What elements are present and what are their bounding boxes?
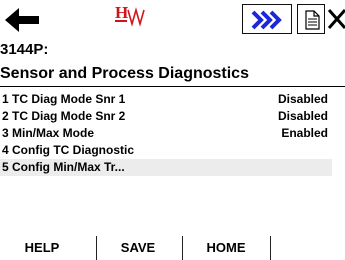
- next-button[interactable]: [242, 4, 292, 34]
- menu-item-value: Enabled: [281, 126, 328, 140]
- save-button[interactable]: SAVE: [96, 236, 180, 260]
- bottom-bar: HELP SAVE HOME: [0, 236, 345, 260]
- menu-item-tc-diag-mode-snr-1[interactable]: 1 TC Diag Mode Snr 1 Disabled: [0, 91, 332, 108]
- menu-list: 1 TC Diag Mode Snr 1 Disabled 2 TC Diag …: [0, 91, 332, 176]
- back-button[interactable]: [1, 2, 43, 38]
- menu-item-label: 3 Min/Max Mode: [2, 126, 95, 140]
- menu-item-label: 2 TC Diag Mode Snr 2: [2, 109, 126, 123]
- close-button[interactable]: [325, 4, 345, 34]
- menu-item-tc-diag-mode-snr-2[interactable]: 2 TC Diag Mode Snr 2 Disabled: [0, 108, 332, 125]
- device-id: 3144P:: [0, 41, 49, 58]
- double-chevron-right-icon: [251, 10, 282, 30]
- close-icon: [327, 9, 345, 29]
- menu-item-label: 5 Config Min/Max Tr...: [2, 160, 125, 174]
- page-title: Sensor and Process Diagnostics: [0, 65, 249, 82]
- menu-item-config-min-max-tracking[interactable]: 5 Config Min/Max Tr...: [0, 159, 332, 176]
- title-divider: [0, 86, 345, 87]
- menu-item-value: Disabled: [277, 109, 328, 123]
- hart-logo: H: [113, 2, 155, 32]
- button-separator: [270, 236, 271, 260]
- menu-item-label: 4 Config TC Diagnostic: [2, 143, 134, 157]
- menu-item-min-max-mode[interactable]: 3 Min/Max Mode Enabled: [0, 125, 332, 142]
- help-button[interactable]: HELP: [0, 236, 84, 260]
- button-separator: [182, 236, 183, 260]
- home-button[interactable]: HOME: [184, 236, 268, 260]
- logo-letter: H: [115, 3, 128, 22]
- menu-item-label: 1 TC Diag Mode Snr 1: [2, 92, 126, 106]
- menu-item-config-tc-diagnostic[interactable]: 4 Config TC Diagnostic: [0, 142, 332, 159]
- menu-item-value: Disabled: [277, 92, 328, 106]
- document-icon: [305, 10, 320, 30]
- toolbar: H: [0, 0, 345, 40]
- document-button[interactable]: [297, 4, 325, 34]
- left-arrow-icon: [5, 8, 39, 32]
